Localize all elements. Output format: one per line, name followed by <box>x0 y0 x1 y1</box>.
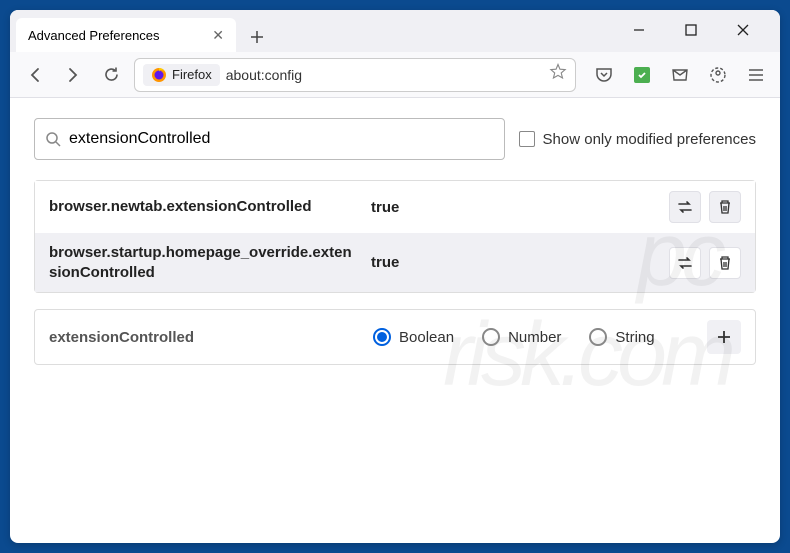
radio-icon <box>589 328 607 346</box>
trash-icon <box>717 255 733 271</box>
reload-button[interactable] <box>96 60 126 90</box>
arrow-right-icon <box>64 66 82 84</box>
account-button[interactable] <box>704 61 732 89</box>
preference-row: browser.newtab.extensionControlled true <box>35 181 755 233</box>
plus-icon <box>716 329 732 345</box>
extension-icon <box>634 67 650 83</box>
show-modified-checkbox[interactable]: Show only modified preferences <box>519 131 756 148</box>
reload-icon <box>103 66 120 83</box>
plus-icon <box>250 30 264 44</box>
search-box[interactable] <box>34 118 505 160</box>
config-content: Show only modified preferences browser.n… <box>10 98 780 543</box>
checkbox-icon <box>519 131 535 147</box>
radio-label: Number <box>508 329 561 346</box>
radio-number[interactable]: Number <box>482 328 561 346</box>
preference-value: true <box>371 199 657 216</box>
add-button[interactable] <box>707 320 741 354</box>
search-input[interactable] <box>69 130 494 148</box>
preference-value: true <box>371 254 657 271</box>
preference-name: browser.startup.homepage_override.extens… <box>49 243 359 282</box>
back-button[interactable] <box>20 60 50 90</box>
firefox-icon <box>151 67 167 83</box>
toggle-button[interactable] <box>669 247 701 279</box>
bookmark-button[interactable] <box>549 63 567 86</box>
identity-pill[interactable]: Firefox <box>143 64 220 86</box>
delete-button[interactable] <box>709 191 741 223</box>
pocket-icon <box>595 66 613 84</box>
preference-name: browser.newtab.extensionControlled <box>49 197 359 217</box>
radio-label: Boolean <box>399 329 454 346</box>
create-name: extensionControlled <box>49 329 359 346</box>
toggle-icon <box>676 254 694 272</box>
delete-button[interactable] <box>709 247 741 279</box>
show-modified-label: Show only modified preferences <box>543 131 756 148</box>
address-bar[interactable]: Firefox about:config <box>134 58 576 92</box>
new-tab-button[interactable] <box>242 22 272 52</box>
maximize-button[interactable] <box>674 16 708 44</box>
extension-button[interactable] <box>628 61 656 89</box>
inbox-button[interactable] <box>666 61 694 89</box>
forward-button[interactable] <box>58 60 88 90</box>
toolbar: Firefox about:config <box>10 52 780 98</box>
tab-bar: Advanced Preferences ✕ <box>10 10 780 52</box>
radio-label: String <box>615 329 654 346</box>
search-icon <box>45 131 61 147</box>
toggle-icon <box>676 198 694 216</box>
close-icon[interactable]: ✕ <box>212 27 224 44</box>
star-icon <box>549 63 567 81</box>
create-preference-row: extensionControlled Boolean Number Strin… <box>34 309 756 365</box>
inbox-icon <box>671 66 689 84</box>
radio-icon <box>482 328 500 346</box>
radio-icon <box>373 328 391 346</box>
type-radio-group: Boolean Number String <box>373 328 693 346</box>
radio-boolean[interactable]: Boolean <box>373 328 454 346</box>
tab-active[interactable]: Advanced Preferences ✕ <box>16 18 236 52</box>
url-text: about:config <box>226 67 302 83</box>
toggle-button[interactable] <box>669 191 701 223</box>
account-icon <box>709 66 727 84</box>
hamburger-icon <box>748 67 764 83</box>
minimize-button[interactable] <box>622 16 656 44</box>
radio-string[interactable]: String <box>589 328 654 346</box>
trash-icon <box>717 199 733 215</box>
identity-label: Firefox <box>172 67 212 82</box>
preference-row: browser.startup.homepage_override.extens… <box>35 233 755 292</box>
tab-title: Advanced Preferences <box>28 28 160 43</box>
menu-button[interactable] <box>742 61 770 89</box>
preferences-list: browser.newtab.extensionControlled true … <box>34 180 756 293</box>
pocket-button[interactable] <box>590 61 618 89</box>
arrow-left-icon <box>26 66 44 84</box>
close-window-button[interactable] <box>726 16 760 44</box>
